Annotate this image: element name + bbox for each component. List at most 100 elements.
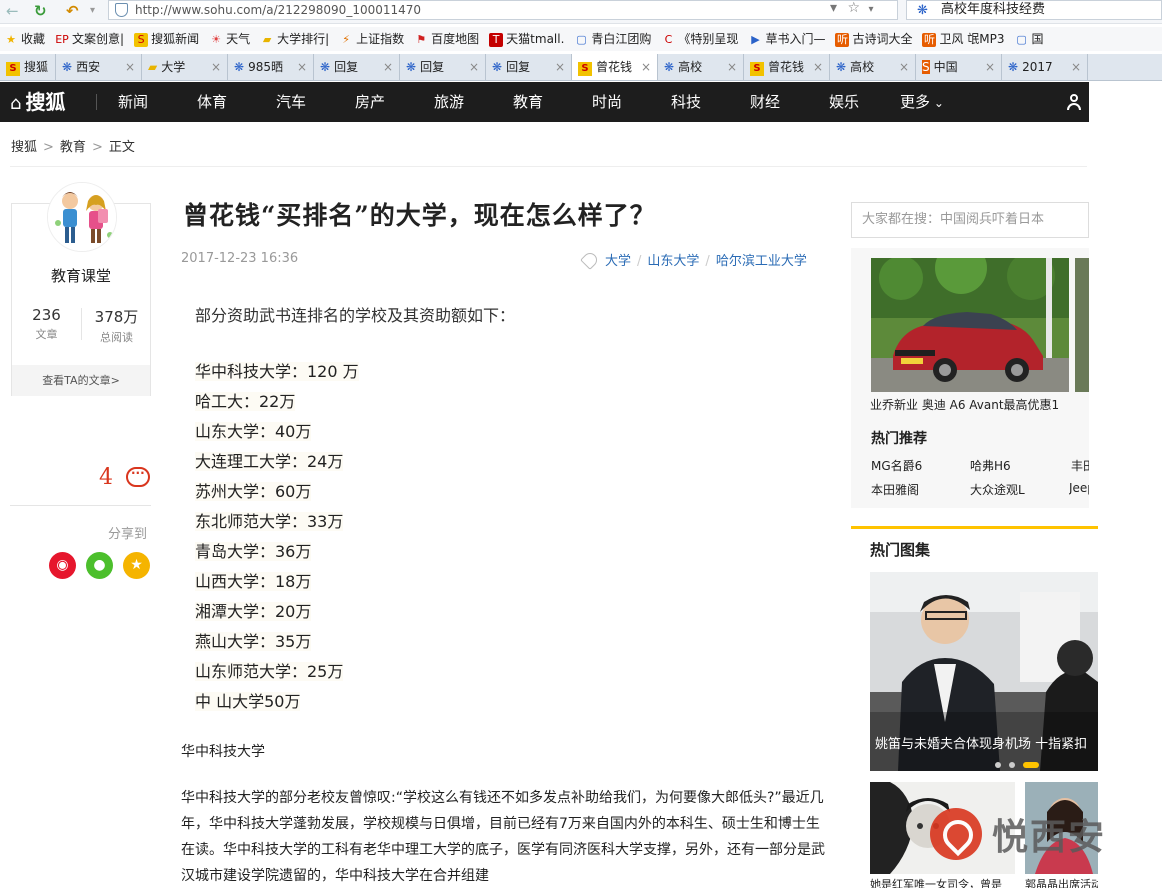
nav-item[interactable]: 旅游 [434, 82, 464, 122]
nav-item[interactable]: 时尚 [592, 82, 622, 122]
ad-caption[interactable]: 业乔新业 奥迪 A6 Avant最高优惠1 [870, 396, 1089, 413]
bookmark-item[interactable]: ▰ 大学排行| [260, 27, 329, 51]
url-input[interactable]: http://www.sohu.com/a/212298090_10001147… [108, 0, 898, 20]
comment-count[interactable]: 4 [99, 465, 113, 490]
bookmark-item[interactable]: ⚡ 上证指数 [339, 27, 404, 51]
thumbnail-caption[interactable]: 郭晶晶出席活动 [1025, 876, 1098, 888]
nav-item[interactable]: 房产 [355, 82, 385, 122]
read-count: 378万 [94, 308, 139, 326]
bookmark-item[interactable]: ▢ 青白江团购 [574, 27, 651, 51]
nav-item[interactable]: 财经 [750, 82, 780, 122]
bookmark-item[interactable]: ⚑ 百度地图 [414, 27, 479, 51]
ad-image-secondary[interactable] [1075, 258, 1089, 392]
url-dropdown-icon[interactable]: ▾ [830, 0, 837, 16]
browser-tab[interactable]: ❋ 回复 × [400, 54, 486, 80]
tag-link[interactable]: 山东大学 [647, 254, 699, 269]
gallery-caption[interactable]: 姚笛与未婚夫合体现身机场 十指紧扣 [875, 733, 1098, 752]
hot-recommend-link[interactable]: 丰田 [1071, 457, 1089, 474]
browser-tab[interactable]: S 中国 × [916, 54, 1002, 80]
close-tab-icon[interactable]: × [1071, 54, 1081, 80]
funding-text: 中 山大学50万 [195, 692, 301, 711]
bookmark-item[interactable]: ★ 收藏 [4, 27, 45, 51]
breadcrumb-home[interactable]: 搜狐 [11, 140, 37, 155]
favorite-dropdown-icon[interactable]: ▾ [869, 4, 874, 15]
folder-icon: ▰ [262, 33, 272, 46]
close-tab-icon[interactable]: × [469, 54, 479, 80]
nav-item[interactable]: 教育 [513, 82, 543, 122]
close-tab-icon[interactable]: × [211, 54, 221, 80]
bookmark-item[interactable]: C 《特别呈现 [661, 27, 739, 51]
close-tab-icon[interactable]: × [297, 54, 307, 80]
breadcrumb-section[interactable]: 教育 [60, 140, 86, 155]
refresh-icon[interactable]: ↻ [34, 2, 47, 20]
read-count-label: 总阅读 [100, 331, 133, 344]
gallery-dot[interactable] [995, 762, 1001, 768]
site-logo[interactable]: ⌂ 搜狐 [10, 82, 65, 122]
browser-tab[interactable]: ❋ 2017 × [1002, 54, 1088, 80]
bookmark-item[interactable]: ▢ 国 [1015, 27, 1043, 51]
browser-tab[interactable]: ❋ 985晒 × [228, 54, 314, 80]
browser-tab[interactable]: ❋ 高校 × [830, 54, 916, 80]
ad-image[interactable] [871, 258, 1069, 392]
hot-recommend-link[interactable]: 本田雅阁 [871, 481, 919, 498]
nav-item[interactable]: 科技 [671, 82, 701, 122]
close-tab-icon[interactable]: × [727, 54, 737, 80]
hot-recommend-link[interactable]: MG名爵6 [871, 457, 922, 474]
close-tab-icon[interactable]: × [813, 54, 823, 80]
nav-item[interactable]: 娱乐 [829, 82, 859, 122]
browser-tab[interactable]: S 搜狐 × [0, 54, 56, 80]
avatar[interactable] [47, 182, 117, 252]
browser-tab[interactable]: S 曾花钱 × [744, 54, 830, 80]
tab-label: 985晒 [248, 60, 283, 74]
hot-recommend-link[interactable]: 大众途观L [970, 481, 1025, 498]
browser-search-input[interactable]: ❋ 高校年度科技经费 [906, 0, 1162, 20]
gallery-dot-active[interactable] [1023, 762, 1039, 768]
user-icon[interactable] [1066, 94, 1082, 110]
browser-tab[interactable]: ❋ 高校 × [658, 54, 744, 80]
browser-tab[interactable]: ❋ 回复 × [486, 54, 572, 80]
gallery-dot[interactable] [1009, 762, 1015, 768]
browser-tab[interactable]: ▰ 大学 × [142, 54, 228, 80]
page-icon: ▢ [1016, 33, 1027, 46]
back-icon[interactable]: ← [6, 2, 19, 20]
close-tab-icon[interactable]: × [641, 54, 651, 80]
bookmark-item[interactable]: ☀ 天气 [209, 27, 250, 51]
site-search-input[interactable]: 大家都在搜：中国阅兵吓着日本 [851, 202, 1089, 238]
close-tab-icon[interactable]: × [125, 54, 135, 80]
view-author-articles-link[interactable]: 查看TA的文章> [12, 365, 150, 396]
tag-link[interactable]: 大学 [605, 254, 631, 269]
undo-icon[interactable]: ↶ [66, 2, 79, 20]
close-tab-icon[interactable]: × [383, 54, 393, 80]
tag-link[interactable]: 哈尔滨工业大学 [716, 254, 807, 269]
comment-icon[interactable] [126, 466, 150, 487]
bookmark-item[interactable]: T 天猫tmall. [489, 27, 564, 51]
breadcrumb: 搜狐 > 教育 > 正文 [11, 136, 135, 155]
author-name[interactable]: 教育课堂 [12, 265, 150, 286]
page-icon: ▢ [576, 33, 587, 46]
nav-more[interactable]: 更多 ⌄ [900, 82, 944, 122]
nav-item[interactable]: 体育 [197, 82, 227, 122]
weibo-icon[interactable]: ◉ [49, 552, 76, 579]
browser-tab[interactable]: ❋ 西安 × [56, 54, 142, 80]
close-tab-icon[interactable]: × [899, 54, 909, 80]
nav-item[interactable]: 新闻 [118, 82, 148, 122]
bookmark-item[interactable]: EP 文案创意| [55, 27, 124, 51]
url-text: http://www.sohu.com/a/212298090_10001147… [135, 3, 422, 17]
browser-tab-active[interactable]: S 曾花钱 × [572, 54, 658, 80]
hot-recommend-link[interactable]: Jeep [1069, 481, 1089, 495]
qzone-icon[interactable]: ★ [123, 552, 150, 579]
bookmark-item[interactable]: ▶ 草书入门— [748, 27, 825, 51]
thumbnail-caption[interactable]: 她是红军唯一女司令，曾是 [870, 876, 1020, 888]
favorite-star-icon[interactable]: ☆ [847, 0, 860, 16]
undo-dropdown-icon[interactable]: ▾ [90, 2, 95, 20]
bookmark-item[interactable]: S 搜狐新闻 [134, 27, 199, 51]
bookmark-item[interactable]: 听卫风 氓MP3 [922, 27, 1005, 51]
bookmark-item[interactable]: 听古诗词大全 [835, 27, 912, 51]
close-tab-icon[interactable]: × [985, 54, 995, 80]
close-tab-icon[interactable]: × [39, 54, 49, 80]
browser-tab[interactable]: ❋ 回复 × [314, 54, 400, 80]
wechat-icon[interactable]: ● [86, 552, 113, 579]
hot-recommend-link[interactable]: 哈弗H6 [970, 457, 1011, 474]
close-tab-icon[interactable]: × [555, 54, 565, 80]
nav-item[interactable]: 汽车 [276, 82, 306, 122]
